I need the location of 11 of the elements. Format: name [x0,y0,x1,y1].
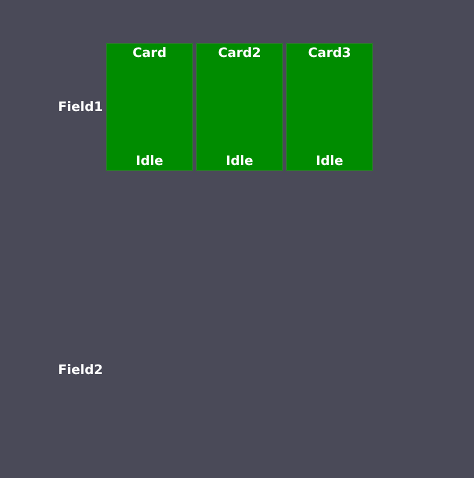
card[interactable]: Card3 Idle [286,43,373,171]
card-status: Idle [136,154,164,169]
card[interactable]: Card Idle [106,43,193,171]
card[interactable]: Card2 Idle [196,43,283,171]
card-title: Card [132,46,167,61]
card-status: Idle [316,154,344,169]
field-label: Field1 [58,100,104,114]
card-title: Card3 [308,46,352,61]
field-label: Field2 [58,362,104,378]
card-status: Idle [226,154,254,169]
card-title: Card2 [218,46,262,61]
